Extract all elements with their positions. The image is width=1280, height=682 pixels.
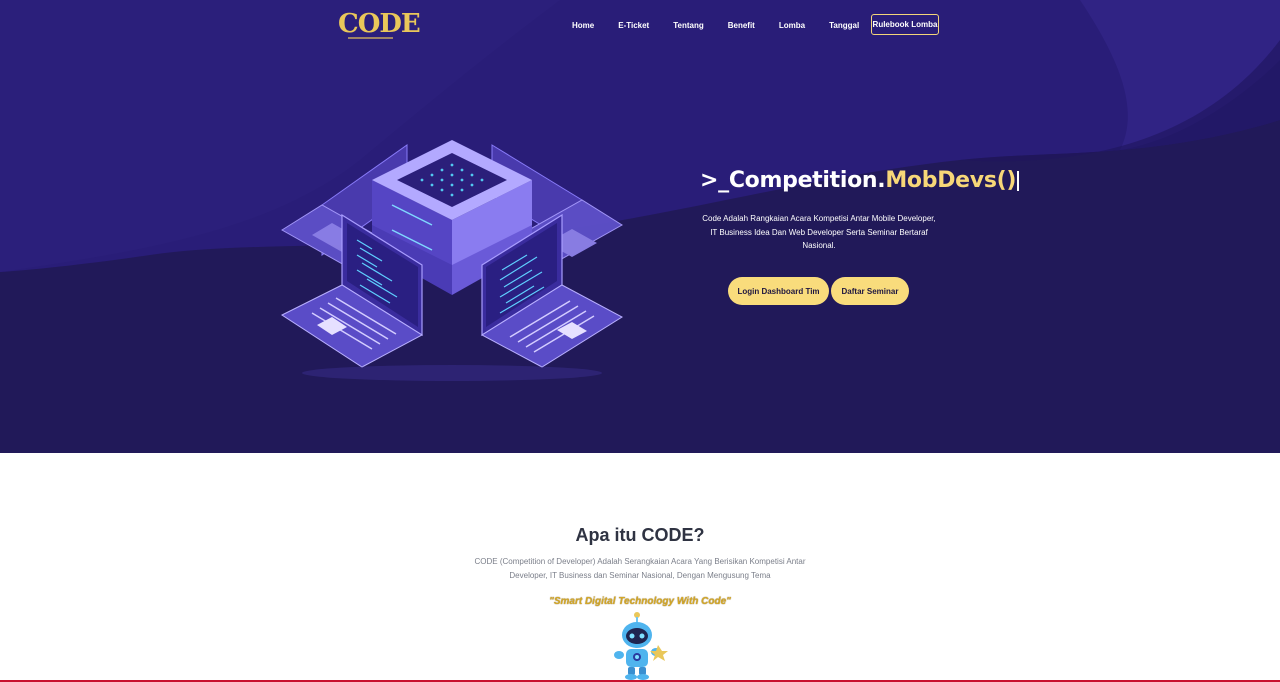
rulebook-button[interactable]: Rulebook Lomba (871, 14, 939, 35)
hero-title-prefix: >_Competition. (700, 168, 886, 193)
robot-mascot (614, 612, 668, 680)
nav-benefit[interactable]: Benefit (728, 21, 755, 30)
nav-lomba[interactable]: Lomba (779, 21, 805, 30)
navbar: CODE Home E-Ticket Tentang Benefit Lomba… (0, 0, 1280, 50)
daftar-seminar-button[interactable]: Daftar Seminar (831, 277, 909, 305)
about-description: CODE (Competition of Developer) Adalah S… (474, 557, 806, 580)
hero-section: CODE Home E-Ticket Tentang Benefit Lomba… (0, 0, 1280, 453)
hero-description: Code Adalah Rangkaian Acara Kompetisi An… (702, 214, 936, 250)
hero-title-accent: MobDevs() (885, 168, 1017, 193)
server-laptops-illustration (280, 140, 623, 381)
nav-tentang[interactable]: Tentang (673, 21, 704, 30)
hero-background (0, 0, 1280, 453)
login-dashboard-button[interactable]: Login Dashboard Tim (728, 277, 829, 305)
nav-e-ticket[interactable]: E-Ticket (618, 21, 649, 30)
about-title: Apa itu CODE? (575, 525, 705, 545)
nav-links: Home E-Ticket Tentang Benefit Lomba Tang… (560, 14, 871, 36)
nav-home[interactable]: Home (572, 21, 594, 30)
logo-text: CODE (338, 9, 421, 39)
code-logo[interactable]: CODE (338, 9, 421, 41)
hero-title: >_Competition.MobDevs() (700, 168, 1020, 200)
nav-tanggal[interactable]: Tanggal (829, 21, 859, 30)
about-section: Apa itu CODE? CODE (Competition of Devel… (0, 453, 1280, 682)
typing-cursor (1017, 171, 1020, 191)
about-tagline: "Smart Digital Technology With Code" (549, 596, 731, 607)
logo-underline (348, 37, 393, 39)
